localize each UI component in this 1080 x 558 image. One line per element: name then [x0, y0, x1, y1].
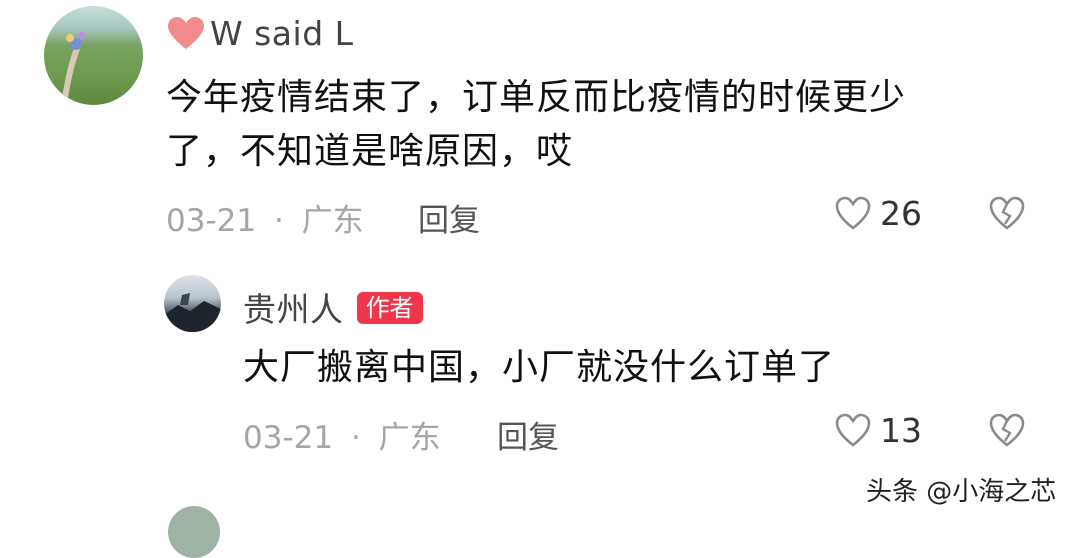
reply-button[interactable]: 回复 [418, 195, 480, 240]
reply-date: 03-21 [243, 420, 334, 456]
replier-avatar[interactable] [164, 275, 221, 332]
comment-meta: 03-21 · 广东 [166, 195, 364, 240]
commenter-avatar[interactable] [44, 6, 143, 105]
meta-separator: · [273, 203, 284, 239]
broken-heart-icon[interactable] [988, 196, 1026, 232]
next-commenter-avatar[interactable] [168, 506, 220, 558]
comment-text-line-2: 了，不知道是啥原因，哎 [166, 131, 574, 172]
reply-button[interactable]: 回复 [497, 412, 559, 457]
like-count: 13 [880, 411, 922, 450]
like-count: 26 [880, 194, 922, 233]
meta-separator: · [350, 420, 361, 456]
reply-text: 大厂搬离中国，小厂就没什么订单了 [243, 347, 836, 388]
comment-date: 03-21 [166, 203, 257, 239]
reply-location: 广东 [378, 420, 441, 456]
broken-heart-icon[interactable] [988, 413, 1026, 449]
comment-text-line-1: 今年疫情结束了，订单反而比疫情的时候更少 [166, 77, 907, 118]
heart-outline-icon [835, 196, 871, 230]
reply-meta: 03-21 · 广东 [243, 412, 441, 457]
author-tag-badge: 作者 [356, 292, 423, 324]
replier-name-row[interactable]: 贵州人 作者 [243, 283, 423, 331]
heart-icon [168, 17, 204, 49]
heart-outline-icon [835, 413, 871, 447]
comment-location: 广东 [301, 203, 364, 239]
watermark: 头条 @小海之芯 [866, 477, 1057, 507]
commenter-name: W said L [210, 14, 354, 53]
replier-name: 贵州人 [243, 290, 344, 329]
